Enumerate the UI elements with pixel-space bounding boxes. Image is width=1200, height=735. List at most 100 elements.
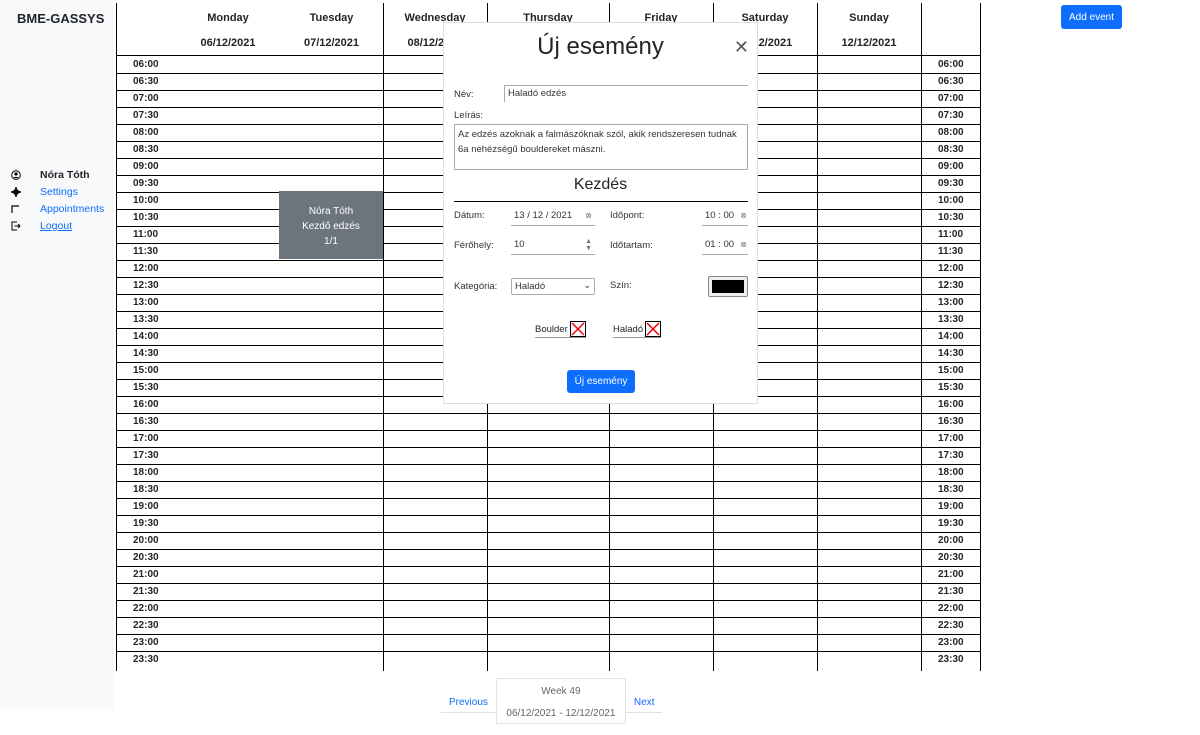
seats-value: 10 [514, 239, 525, 250]
time-label-right: 07:30 [938, 110, 964, 121]
remove-tag-icon[interactable] [645, 321, 662, 337]
time-label-right: 22:30 [938, 620, 964, 631]
grid-column-line [383, 3, 384, 671]
time-label-left: 07:00 [133, 93, 159, 104]
grid-row-line [116, 413, 980, 414]
color-picker[interactable] [708, 276, 748, 297]
time-label-left: 21:00 [133, 569, 159, 580]
day-name: Sunday [849, 12, 889, 24]
category-select[interactable]: Haladó ⌄ [511, 278, 595, 295]
close-icon[interactable]: ✕ [734, 37, 749, 58]
next-button[interactable]: Next [625, 697, 663, 713]
time-value: 10 : 00 [705, 210, 735, 221]
grid-row-line [116, 634, 980, 635]
time-label-left: 12:30 [133, 280, 159, 291]
time-label-left: 19:30 [133, 518, 159, 529]
duration-input[interactable]: 01 : 00 ⊗ [702, 237, 748, 255]
seats-input[interactable]: 10 ▲ ▼ [511, 237, 595, 255]
grid-row-line [116, 481, 980, 482]
section-heading: Kezdés [573, 176, 628, 193]
remove-tag-icon[interactable] [569, 321, 586, 337]
time-label-left: 10:00 [133, 195, 159, 206]
time-label-right: 07:00 [938, 93, 964, 104]
create-event-button[interactable]: Új esemény [567, 370, 635, 393]
name-input[interactable]: Haladó edzés [504, 85, 748, 102]
settings-link[interactable]: Settings [40, 186, 78, 198]
time-label-left: 08:30 [133, 144, 159, 155]
time-label-right: 12:30 [938, 280, 964, 291]
time-label-right: 23:00 [938, 637, 964, 648]
day-date: 12/12/2021 [841, 37, 897, 49]
time-label-left: 22:00 [133, 603, 159, 614]
event-capacity: 1/1 [324, 236, 338, 247]
tag-label: Boulder [535, 323, 568, 335]
day-date: 07/12/2021 [303, 37, 360, 49]
time-label-left: 23:30 [133, 654, 159, 665]
time-label-right: 21:30 [938, 586, 964, 597]
grid-column-line [817, 3, 818, 671]
time-label-left: 16:30 [133, 416, 159, 427]
time-label-left: 10:30 [133, 212, 159, 223]
time-label-right: 22:00 [938, 603, 964, 614]
time-label-right: 16:00 [938, 399, 964, 410]
time-label-right: 08:00 [938, 127, 964, 138]
grid-row-line [116, 464, 980, 465]
time-label-left: 07:30 [133, 110, 159, 121]
appointments-link[interactable]: Appointments [40, 203, 104, 215]
date-input[interactable]: 13 / 12 / 2021 ⊗ [511, 208, 595, 226]
spinner-icon[interactable]: ▲ ▼ [585, 238, 592, 252]
previous-button[interactable]: Previous [441, 697, 496, 713]
time-label-left: 17:30 [133, 450, 159, 461]
time-label-left: 17:00 [133, 433, 159, 444]
grid-column-line [921, 3, 922, 671]
time-label-right: 19:00 [938, 501, 964, 512]
time-label-left: 09:30 [133, 178, 159, 189]
time-label-right: 15:30 [938, 382, 964, 393]
week-number: Week 49 [541, 686, 581, 697]
date-value: 13 / 12 / 2021 [514, 210, 573, 221]
time-label-left: 16:00 [133, 399, 159, 410]
category-value: Haladó [515, 281, 546, 292]
grid-row-line [116, 617, 980, 618]
time-label-right: 18:30 [938, 484, 964, 495]
time-label-left: 12:00 [133, 263, 159, 274]
grid-row-line [116, 583, 980, 584]
week-indicator: Week 49 06/12/2021 - 12/12/2021 [495, 678, 626, 724]
chevron-down-icon: ⌄ [583, 280, 591, 290]
time-label-left: 15:30 [133, 382, 159, 393]
time-label-right: 12:00 [938, 263, 964, 274]
grid-row-line [116, 430, 980, 431]
clear-icon[interactable]: ⊗ [585, 211, 592, 220]
brand-logo[interactable]: BME-GASSYS [17, 11, 104, 26]
time-label-right: 09:30 [938, 178, 964, 189]
appointments-icon [9, 204, 40, 214]
time-label-right: 10:30 [938, 212, 964, 223]
time-label-left: 06:30 [133, 76, 159, 87]
clock-icon[interactable]: ⊗ [740, 211, 747, 220]
add-event-button[interactable]: Add event [1061, 5, 1122, 29]
logout-link[interactable]: Logout [40, 220, 72, 232]
time-input[interactable]: 10 : 00 ⊗ [702, 208, 748, 226]
time-label-left: 19:00 [133, 501, 159, 512]
day-date: 06/12/2021 [200, 37, 256, 49]
time-label-right: 14:30 [938, 348, 964, 359]
clock-icon[interactable]: ⊗ [740, 240, 747, 249]
grid-row-line [116, 498, 980, 499]
tag-boulder: Boulder [535, 321, 586, 338]
grid-row-line [116, 566, 980, 567]
event-owner: Nóra Tóth [308, 206, 354, 217]
tag-halado: Haladó [613, 321, 662, 338]
time-label-left: 08:00 [133, 127, 159, 138]
time-label-right: 18:00 [938, 467, 964, 478]
user-name: Nóra Tóth [40, 168, 90, 181]
description-textarea[interactable]: Az edzés azoknak a falmászóknak szól, ak… [454, 124, 748, 170]
time-label-left: 18:30 [133, 484, 159, 495]
time-label-right: 11:30 [938, 246, 964, 257]
time-label-left: 22:30 [133, 620, 159, 631]
time-label-right: 17:30 [938, 450, 964, 461]
date-label: Dátum: [454, 210, 485, 221]
grid-row-line [116, 447, 980, 448]
time-label-left: 18:00 [133, 467, 159, 478]
calendar-event[interactable]: Nóra Tóth Kezdő edzés 1/1 [279, 191, 383, 259]
tag-label: Haladó [613, 323, 644, 335]
